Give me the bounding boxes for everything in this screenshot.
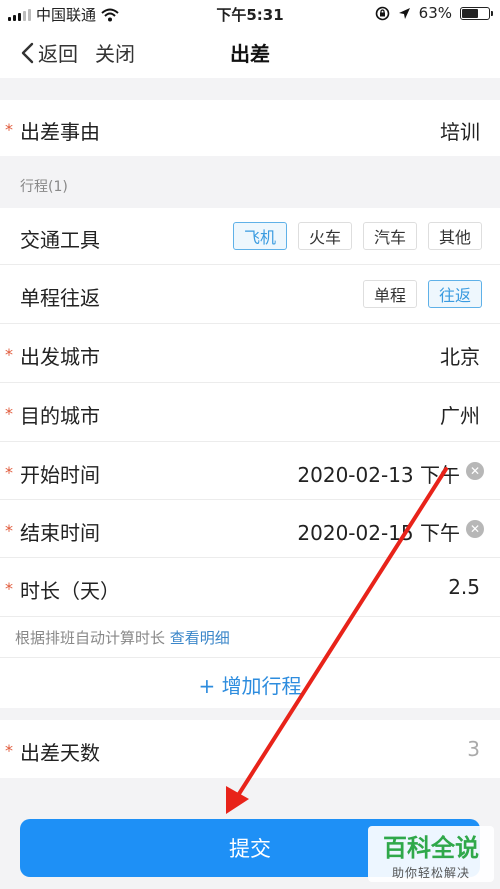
watermark-logo: 百科全说 助你轻松解决 (368, 826, 494, 882)
watermark-title: 百科全说 (383, 834, 479, 862)
annotation-arrow-icon (226, 467, 448, 814)
watermark-subtitle: 助你轻松解决 (391, 866, 470, 880)
